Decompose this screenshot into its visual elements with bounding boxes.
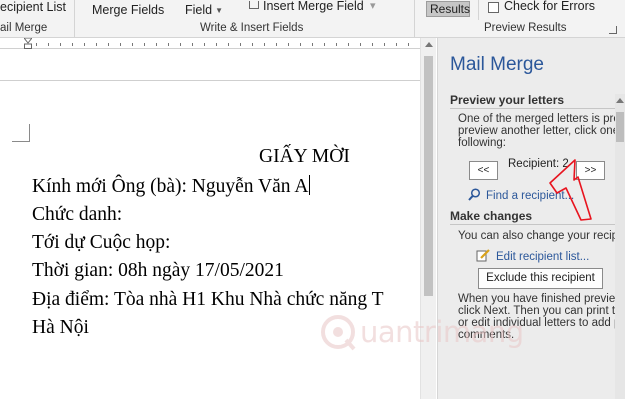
dialog-launcher-icon[interactable] — [609, 26, 617, 34]
document-title[interactable]: GIẤY MỜI — [259, 146, 350, 168]
ribbon-separator — [74, 0, 75, 37]
preview-text-line: preview another letter, click one — [458, 125, 620, 137]
changes-text: You can also change your recipie — [458, 230, 625, 242]
document-line[interactable]: Chức danh: — [32, 204, 122, 226]
check-for-errors-label: Check for Errors — [504, 0, 595, 13]
indent-marker-icon[interactable] — [24, 38, 32, 49]
find-recipient-link[interactable]: Find a recipient... — [468, 188, 574, 202]
recipient-label: Recipient: 2 — [508, 158, 569, 170]
insert-merge-field-button[interactable]: Insert Merge Field — [249, 0, 364, 13]
margin-corner-mark — [12, 124, 30, 142]
preview-results-button[interactable]: Results — [426, 1, 470, 17]
scroll-up-icon[interactable] — [616, 98, 624, 103]
insert-field-icon — [249, 1, 259, 9]
changes-heading: Make changes — [450, 209, 533, 223]
recipient-list-label: ecipient List — [0, 0, 67, 14]
preview-text-line: following: — [458, 137, 506, 149]
ribbon-separator — [414, 0, 415, 37]
ruler[interactable] — [0, 38, 420, 50]
document-line[interactable]: Hà Nội — [32, 317, 89, 339]
merge-fields-button[interactable]: Merge Fields — [92, 3, 164, 17]
scrollbar-thumb[interactable] — [616, 112, 624, 142]
watermark: uantrimang — [318, 312, 524, 352]
previous-recipient-button[interactable]: << — [469, 161, 498, 180]
merge-fields-label: Merge Fields — [92, 3, 165, 17]
ribbon-separator — [478, 0, 479, 20]
pane-title: Mail Merge — [450, 54, 544, 75]
exclude-recipient-button[interactable]: Exclude this recipient — [478, 268, 603, 289]
group-preview-results: Preview Results — [484, 22, 567, 34]
finish-text-line: When you have finished preview — [458, 293, 624, 305]
pane-scrollbar[interactable] — [615, 94, 625, 399]
divider — [450, 224, 625, 225]
edit-recipient-list-label: Edit recipient list... — [496, 251, 590, 263]
next-recipient-button[interactable]: >> — [576, 161, 605, 180]
find-recipient-label: Find a recipient... — [486, 190, 575, 202]
search-icon — [468, 188, 481, 201]
field-label: Field — [185, 3, 213, 17]
edit-recipient-list-link[interactable]: Edit recipient list... — [476, 248, 589, 263]
field-button[interactable]: Field ▼ — [185, 3, 223, 17]
watermark-text: uantrimang — [360, 315, 524, 349]
more-caret-icon[interactable]: ▾ — [370, 0, 376, 12]
ribbon: ecipient List ail Merge Merge Fields Fie… — [0, 0, 625, 38]
greeting-text: Kính mới Ông (bà): Nguyễn Văn A — [32, 176, 309, 197]
document-line[interactable]: Tới dự Cuộc họp: — [32, 232, 170, 254]
document-line-greeting[interactable]: Kính mới Ông (bà): Nguyễn Văn A — [32, 175, 311, 198]
page-edge — [0, 80, 420, 81]
check-for-errors-button[interactable]: Check for Errors — [504, 0, 595, 13]
dropdown-caret-icon: ▼ — [215, 6, 224, 15]
document-line[interactable]: Thời gian: 08h ngày 17/05/2021 — [32, 260, 284, 282]
results-label: Results — [430, 2, 471, 16]
preview-text-line: One of the merged letters is prev — [458, 113, 625, 125]
scroll-up-icon[interactable] — [425, 42, 433, 47]
group-start-mail-merge: ail Merge — [0, 22, 48, 34]
edit-icon — [476, 249, 490, 262]
insert-merge-field-label: Insert Merge Field — [263, 0, 364, 13]
preview-heading: Preview your letters — [450, 93, 565, 107]
checkbox-icon[interactable] — [488, 2, 499, 13]
recipient-list-button[interactable]: ecipient List — [0, 0, 66, 14]
divider — [450, 108, 625, 109]
scrollbar-thumb[interactable] — [424, 56, 433, 296]
text-cursor — [309, 175, 311, 195]
watermark-logo-icon — [321, 315, 356, 351]
document-line[interactable]: Địa điểm: Tòa nhà H1 Khu Nhà chức năng T — [32, 289, 384, 311]
group-write-insert: Write & Insert Fields — [200, 22, 304, 34]
